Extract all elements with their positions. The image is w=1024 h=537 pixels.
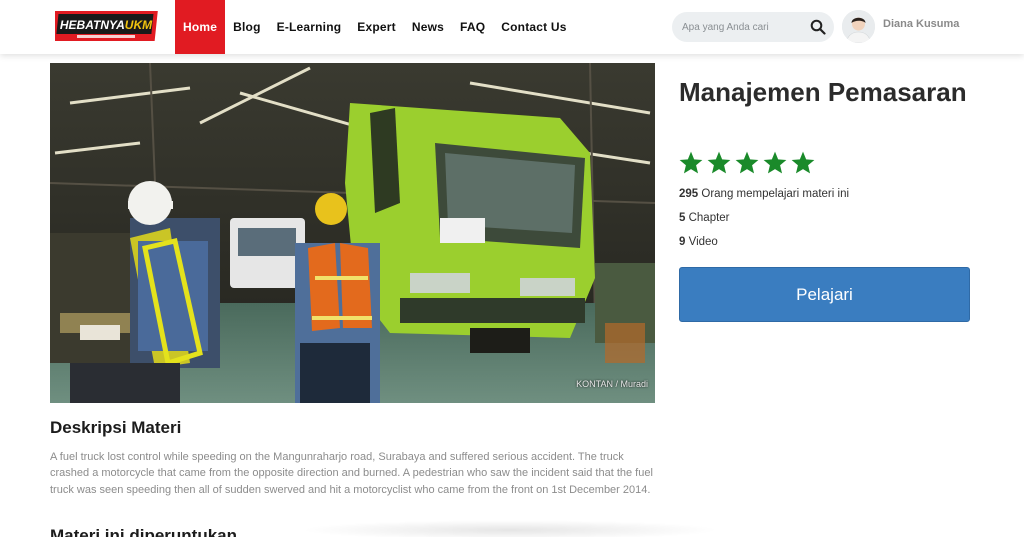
chapters-label: Chapter — [685, 212, 730, 224]
svg-text:HEBATNYAUKM: HEBATNYAUKM — [60, 18, 153, 32]
videos-stat: 9 Video — [679, 236, 718, 248]
search-icon[interactable] — [810, 19, 826, 35]
nav-item-expert[interactable]: Expert — [349, 0, 404, 54]
star-icon — [679, 151, 703, 174]
description-heading: Deskripsi Materi — [50, 418, 182, 437]
search-input[interactable] — [682, 12, 807, 42]
nav-item-contact-us[interactable]: Contact Us — [493, 0, 574, 54]
nav-item-faq[interactable]: FAQ — [452, 0, 493, 54]
nav-item-home[interactable]: Home — [175, 0, 226, 54]
top-navbar: HEBATNYAUKM Home Blog E-Learning Expert … — [0, 0, 1024, 54]
course-cover-image: KONTAN / Muradi — [50, 63, 655, 403]
star-icon — [763, 151, 787, 174]
learners-stat: 295 Orang mempelajari materi ini — [679, 188, 849, 200]
scroll-shadow — [300, 520, 720, 537]
chapters-stat: 5 Chapter — [679, 212, 730, 224]
photo-credit: KONTAN / Muradi — [576, 379, 648, 389]
course-title: Manajemen Pemasaran — [679, 77, 967, 107]
search-box — [672, 12, 834, 42]
star-icon — [707, 151, 731, 174]
learners-label: Orang mempelajari materi ini — [698, 188, 850, 200]
learn-button[interactable]: Pelajari — [679, 267, 970, 322]
star-icon — [735, 151, 759, 174]
nav-item-news[interactable]: News — [404, 0, 452, 54]
learners-count: 295 — [679, 188, 699, 200]
videos-label: Video — [685, 236, 718, 248]
description-text: A fuel truck lost control while speeding… — [50, 451, 653, 496]
nav-item-blog[interactable]: Blog — [225, 0, 268, 54]
main-nav: Home Blog E-Learning Expert News FAQ Con… — [175, 0, 575, 54]
audience-heading: Materi ini diperuntukan — [50, 526, 238, 537]
star-icon — [791, 151, 815, 174]
site-logo[interactable]: HEBATNYAUKM — [55, 9, 158, 43]
rating-stars — [678, 150, 816, 176]
nav-item-e-learning[interactable]: E-Learning — [269, 0, 350, 54]
avatar[interactable] — [842, 10, 875, 43]
user-name[interactable]: Diana Kusuma — [883, 18, 959, 30]
